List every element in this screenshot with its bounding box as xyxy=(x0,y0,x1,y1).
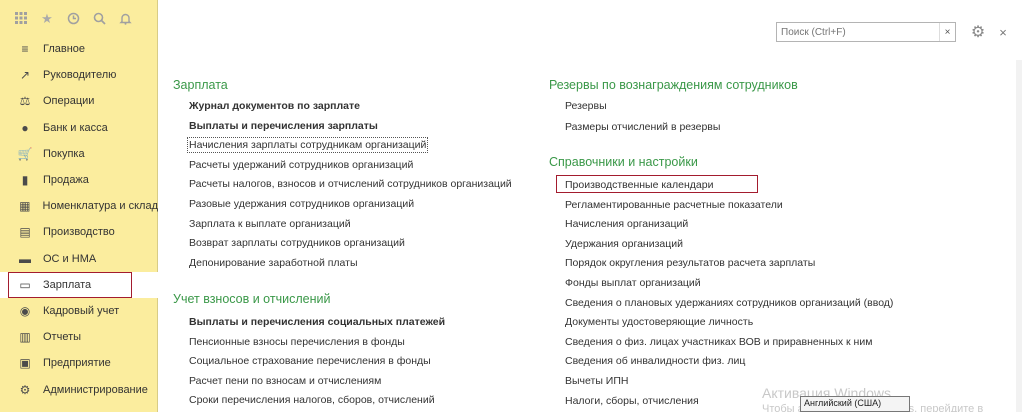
nav-link[interactable]: Порядок округления результатов расчета з… xyxy=(565,257,815,269)
nav-link[interactable]: Производственные календари xyxy=(565,179,713,191)
nav-link[interactable]: Пенсионные взносы перечисления в фонды xyxy=(189,336,405,348)
nav-link[interactable]: Возврат зарплаты сотрудников организаций xyxy=(189,237,405,249)
sidebar-item[interactable]: ▬ ОС и НМА xyxy=(0,246,158,272)
search-box: × xyxy=(776,22,956,42)
bag-icon: ▮ xyxy=(21,173,29,188)
star-icon[interactable]: ★ xyxy=(40,11,54,25)
truck-icon: ▬ xyxy=(19,251,31,266)
section-title-salary: Зарплата xyxy=(173,78,228,92)
search-input[interactable] xyxy=(777,23,939,41)
bell-icon[interactable] xyxy=(118,11,132,25)
nav-link[interactable]: Налоги, сборы, отчисления xyxy=(565,395,699,407)
sidebar-item-label: ОС и НМА xyxy=(43,252,97,265)
nav-link[interactable]: Начисления организаций xyxy=(565,218,688,230)
sidebar-item[interactable]: ▭ Зарплата xyxy=(0,271,158,298)
warehouse-icon: ▦ xyxy=(19,199,31,214)
top-toolbar: ★ xyxy=(0,0,158,36)
sidebar-item-label: Операции xyxy=(43,95,95,108)
operations-icon: ⚖ xyxy=(19,94,31,109)
cart-icon: 🛒 xyxy=(17,146,33,161)
factory-icon: ▤ xyxy=(19,225,31,240)
sidebar-item[interactable]: ▥ Отчеты xyxy=(0,324,158,350)
app-window: ★ ≡ Главное ↗ Руководителю ⚖ Операции ● Банк и … xyxy=(0,0,1024,412)
nav-link[interactable]: Зарплата к выплате организаций xyxy=(189,218,351,230)
sidebar-item[interactable]: ≡ Главное xyxy=(0,36,158,62)
nav-link[interactable]: Расчеты налогов, взносов и отчислений со… xyxy=(189,178,512,190)
coins-icon: ● xyxy=(21,120,29,135)
sidebar-item-label: Отчеты xyxy=(43,331,82,344)
sidebar-item[interactable]: ⚖ Операции xyxy=(0,88,158,114)
settings-gear-icon[interactable]: ⚙ xyxy=(966,22,990,42)
sidebar-item[interactable]: ▤ Производство xyxy=(0,219,158,245)
history-icon[interactable] xyxy=(66,11,80,25)
sidebar-item-label: Банк и касса xyxy=(43,121,108,134)
nav-link[interactable]: Размеры отчислений в резервы xyxy=(565,121,720,133)
sidebar-item[interactable]: ▣ Предприятие xyxy=(0,350,158,376)
nav-link[interactable]: Разовые удержания сотрудников организаци… xyxy=(189,198,414,210)
sidebar-item[interactable]: ▮ Продажа xyxy=(0,167,158,193)
sidebar-item-label: Предприятие xyxy=(43,357,111,370)
nav-link[interactable]: Фонды выплат организаций xyxy=(565,277,701,289)
nav-link[interactable]: Начисления зарплаты сотрудникам организа… xyxy=(186,137,429,154)
sidebar-item[interactable]: 🛒 Покупка xyxy=(0,141,158,167)
language-tooltip: Английский (США) xyxy=(800,396,910,412)
nav-link[interactable]: Документы удостоверяющие личность xyxy=(565,316,753,328)
nav-link[interactable]: Выплаты и перечисления зарплаты xyxy=(189,120,378,132)
nav-link[interactable]: Выплаты и перечисления социальных платеж… xyxy=(189,316,445,328)
nav-link[interactable]: Социальное страхование перечисления в фо… xyxy=(189,355,431,367)
scrollbar[interactable] xyxy=(1016,60,1022,412)
building-icon: ▣ xyxy=(19,356,31,371)
person-icon: ◉ xyxy=(19,303,31,318)
sidebar-item[interactable]: ⚙ Администрирование xyxy=(0,376,158,402)
trend-chart-icon: ↗ xyxy=(19,68,31,83)
nav-link[interactable]: Сроки перечисления налогов, сборов, отчи… xyxy=(189,394,435,406)
nav-link[interactable]: Вычеты ИПН xyxy=(565,375,628,387)
sidebar-item-label: Производство xyxy=(43,226,115,239)
sidebar-item-label: Зарплата xyxy=(43,278,92,291)
nav-link[interactable]: Расчеты удержаний сотрудников организаци… xyxy=(189,159,413,171)
nav-link[interactable]: Удержания организаций xyxy=(565,238,683,250)
nav-link[interactable]: Резервы xyxy=(565,100,607,112)
sidebar-item[interactable]: ↗ Руководителю xyxy=(0,62,158,88)
clear-search-icon[interactable]: × xyxy=(939,23,955,41)
nav-link[interactable]: Сведения о плановых удержаниях сотрудник… xyxy=(565,297,893,309)
sidebar-item-label: Администрирование xyxy=(43,383,148,396)
section-title-references: Справочники и настройки xyxy=(549,155,698,169)
nav-link[interactable]: Депонирование заработной платы xyxy=(189,257,358,269)
nav-link[interactable]: Сведения о физ. лицах участниках ВОВ и п… xyxy=(565,336,872,348)
nav-link[interactable]: Расчет пени по взносам и отчислениям xyxy=(189,375,381,387)
sidebar-item[interactable]: ◉ Кадровый учет xyxy=(0,298,158,324)
sidebar-item-label: Руководителю xyxy=(43,69,117,82)
search-icon[interactable] xyxy=(92,11,106,25)
apps-grid-icon[interactable] xyxy=(14,11,28,25)
close-icon[interactable]: × xyxy=(996,22,1010,42)
sidebar-item-label: Кадровый учет xyxy=(43,304,120,317)
section-title-reserves: Резервы по вознаграждениям сотрудников xyxy=(549,78,798,92)
sidebar: ★ ≡ Главное ↗ Руководителю ⚖ Операции ● Банк и … xyxy=(0,0,158,412)
nav-link[interactable]: Сведения об инвалидности физ. лиц xyxy=(565,355,745,367)
chart-bars-icon: ▥ xyxy=(19,330,31,345)
sidebar-item-label: Продажа xyxy=(43,174,89,187)
menu-lines-icon: ≡ xyxy=(21,42,29,57)
sidebar-item[interactable]: ▦ Номенклатура и склад xyxy=(0,193,158,219)
nav-link[interactable]: Регламентированные расчетные показатели xyxy=(565,199,783,211)
section-title-contributions: Учет взносов и отчислений xyxy=(173,292,331,306)
sidebar-item[interactable]: ● Банк и касса xyxy=(0,115,158,141)
gear-icon: ⚙ xyxy=(19,382,31,397)
nav-link[interactable]: Журнал документов по зарплате xyxy=(189,100,360,112)
sidebar-item-label: Номенклатура и склад xyxy=(42,200,158,213)
sidebar-nav: ≡ Главное ↗ Руководителю ⚖ Операции ● Банк и ка… xyxy=(0,36,158,403)
sidebar-item-label: Главное xyxy=(43,43,86,56)
sidebar-item-label: Покупка xyxy=(43,147,85,160)
wallet-icon: ▭ xyxy=(19,277,31,292)
